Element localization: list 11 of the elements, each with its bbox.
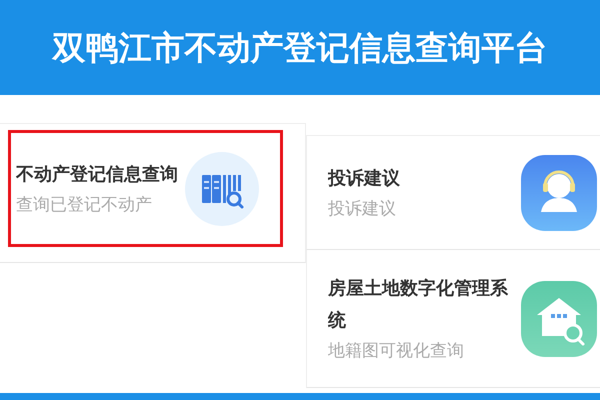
service-description: 投诉建议 bbox=[328, 198, 397, 220]
service-description: 地籍图可视化查询 bbox=[328, 340, 465, 362]
book-search-icon bbox=[184, 150, 260, 226]
service-description: 查询已登记不动产 bbox=[16, 194, 153, 216]
house-search-icon bbox=[521, 280, 597, 356]
service-title: 不动产登记信息查询 bbox=[16, 162, 179, 186]
service-title: 房屋土地数字化管理系统 bbox=[328, 276, 509, 332]
headset-person-icon bbox=[521, 154, 597, 230]
page-title: 双鸭江市不动产登记信息查询平台 bbox=[52, 26, 548, 69]
service-card[interactable]: 不动产登记信息查询 查询已登记不动产 bbox=[8, 130, 283, 247]
service-card[interactable]: 房屋土地数字化管理系统 地籍图可视化查询 bbox=[307, 250, 600, 387]
